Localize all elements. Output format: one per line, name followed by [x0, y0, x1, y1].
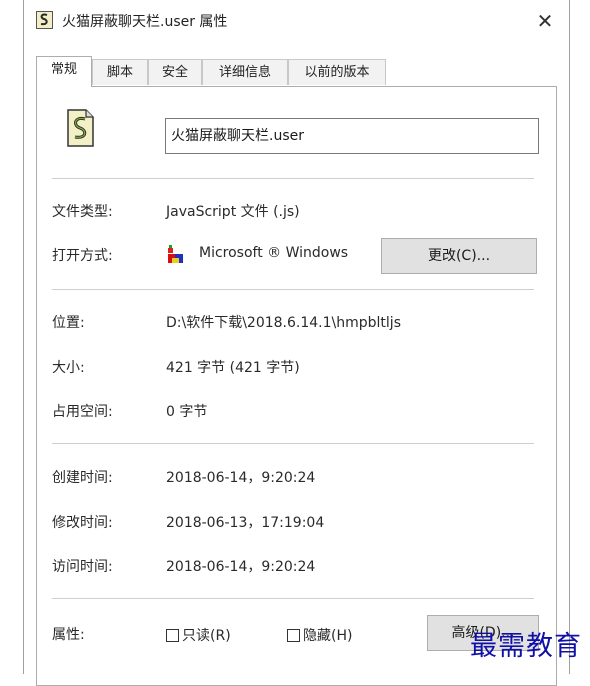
tab-details[interactable]: 详细信息 [202, 59, 288, 85]
tab-security[interactable]: 安全 [148, 59, 202, 85]
location-label: 位置: [52, 315, 85, 331]
open-with-value: Microsoft ® Windows [199, 245, 349, 261]
tab-previous-versions[interactable]: 以前的版本 [288, 59, 386, 85]
properties-dialog: 火猫屏蔽聊天栏.user 属性 ✕ 常规 脚本 安全 详细信息 以前的版本 火猫… [23, 0, 570, 686]
watermark-text: 最需教育 [470, 631, 582, 662]
size-on-disk-label: 占用空间: [52, 404, 113, 420]
readonly-checkbox[interactable]: 只读(R) [166, 625, 231, 645]
divider [52, 443, 534, 444]
javascript-file-icon [66, 109, 95, 147]
checkbox-box[interactable] [166, 628, 179, 642]
window-title: 火猫屏蔽聊天栏.user 属性 [62, 14, 228, 30]
file-type-value: JavaScript 文件 (.js) [166, 204, 300, 220]
windows-script-host-icon [166, 245, 186, 265]
accessed-value: 2018-06-14，9:20:24 [166, 559, 316, 575]
size-value: 421 字节 (421 字节) [166, 360, 300, 376]
divider [52, 178, 534, 179]
file-name-input[interactable]: 火猫屏蔽聊天栏.user [165, 118, 539, 154]
readonly-label: 只读(R) [182, 628, 231, 644]
created-value: 2018-06-14，9:20:24 [166, 470, 316, 486]
accessed-label: 访问时间: [52, 559, 113, 575]
location-value: D:\软件下载\2018.6.14.1\hmpbltljs [166, 315, 401, 331]
hidden-label: 隐藏(H) [303, 628, 353, 644]
hidden-checkbox[interactable]: 隐藏(H) [287, 625, 352, 645]
title-bar[interactable]: 火猫屏蔽聊天栏.user 属性 ✕ [24, 0, 569, 42]
divider [52, 598, 534, 599]
tab-general[interactable]: 常规 [36, 56, 92, 87]
checkbox-box[interactable] [287, 628, 300, 642]
divider [52, 289, 534, 290]
file-type-label: 文件类型: [52, 204, 113, 220]
created-label: 创建时间: [52, 470, 113, 486]
size-label: 大小: [52, 360, 85, 376]
general-panel [36, 86, 557, 686]
modified-value: 2018-06-13，17:19:04 [166, 515, 325, 531]
close-button[interactable]: ✕ [529, 6, 561, 36]
change-button[interactable]: 更改(C)... [381, 238, 537, 274]
modified-label: 修改时间: [52, 515, 113, 531]
script-file-icon [36, 11, 53, 29]
attributes-label: 属性: [52, 627, 85, 643]
open-with-label: 打开方式: [52, 248, 113, 264]
size-on-disk-value: 0 字节 [166, 404, 208, 420]
tab-script[interactable]: 脚本 [92, 59, 148, 85]
